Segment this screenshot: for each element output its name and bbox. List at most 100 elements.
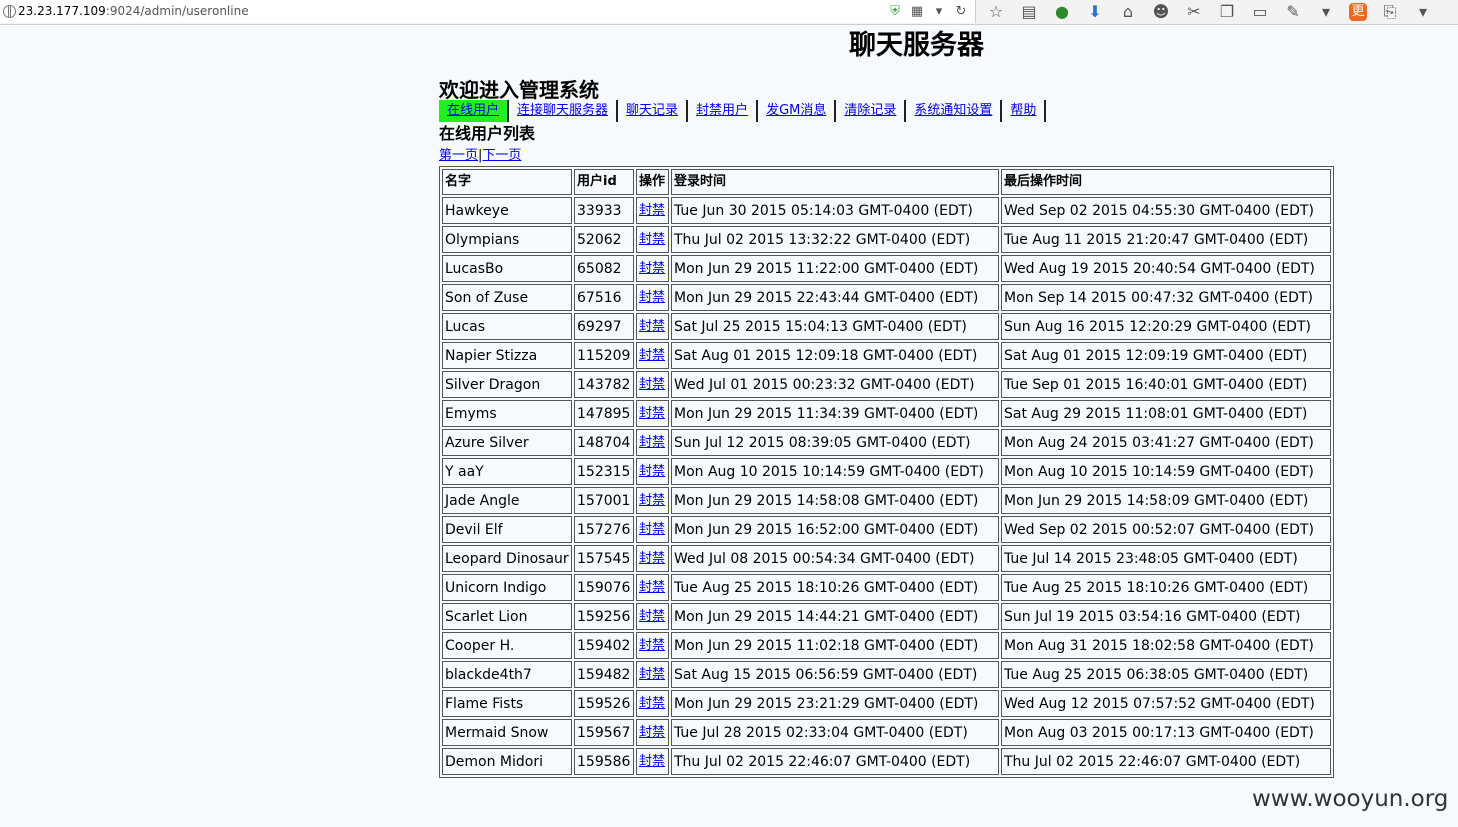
qr-code-icon[interactable]: ▦: [909, 4, 925, 20]
cell-login-time: Mon Jun 29 2015 16:52:00 GMT-0400 (EDT): [671, 516, 999, 543]
ban-user-link[interactable]: 封禁: [639, 551, 665, 566]
cell-last-action-time: Wed Sep 02 2015 04:55:30 GMT-0400 (EDT): [1001, 197, 1331, 224]
cell-login-time: Thu Jul 02 2015 22:46:07 GMT-0400 (EDT): [671, 748, 999, 775]
ban-user-link[interactable]: 封禁: [639, 580, 665, 595]
cell-login-time: Thu Jul 02 2015 13:32:22 GMT-0400 (EDT): [671, 226, 999, 253]
ban-user-link[interactable]: 封禁: [639, 377, 665, 392]
clipboard-icon[interactable]: ▭: [1250, 2, 1270, 22]
cell-login-time: Mon Jun 29 2015 11:02:18 GMT-0400 (EDT): [671, 632, 999, 659]
dropdown-icon[interactable]: ▾: [931, 4, 947, 20]
admin-nav: 在线用户 连接聊天服务器 聊天记录 封禁用户 发GM消息 清除记录 系统通知设置 帮助: [439, 100, 1047, 122]
header-action: 操作: [636, 169, 669, 195]
tools-icon[interactable]: ✎: [1283, 2, 1303, 22]
cell-name: Silver Dragon: [442, 371, 572, 398]
cell-action: 封禁: [636, 632, 669, 659]
header-name: 名字: [442, 169, 572, 195]
header-last-action-time: 最后操作时间: [1001, 169, 1331, 195]
ban-user-link[interactable]: 封禁: [639, 464, 665, 479]
table-row: Devil Elf 157276 封禁 Mon Jun 29 2015 16:52:0…: [442, 516, 1331, 543]
ban-user-link[interactable]: 封禁: [639, 319, 665, 334]
download-icon[interactable]: ⬇: [1085, 2, 1105, 22]
nav-item-2[interactable]: 聊天记录: [618, 100, 689, 122]
cell-login-time: Mon Jun 29 2015 14:58:08 GMT-0400 (EDT): [671, 487, 999, 514]
ban-user-link[interactable]: 封禁: [639, 609, 665, 624]
ban-user-link[interactable]: 封禁: [639, 638, 665, 653]
chat-icon[interactable]: ☻: [1151, 2, 1171, 22]
shield-icon[interactable]: ⛨: [887, 4, 903, 20]
cell-last-action-time: Tue Aug 25 2015 18:10:26 GMT-0400 (EDT): [1001, 574, 1331, 601]
cell-name: LucasBo: [442, 255, 572, 282]
ban-user-link[interactable]: 封禁: [639, 348, 665, 363]
cell-action: 封禁: [636, 284, 669, 311]
scissors-icon[interactable]: ✂: [1184, 2, 1204, 22]
cell-user-id: 157545: [574, 545, 634, 572]
copy-icon[interactable]: ❐: [1217, 2, 1237, 22]
ban-user-link[interactable]: 封禁: [639, 261, 665, 276]
home-icon[interactable]: ⌂: [1118, 2, 1138, 22]
ban-user-link[interactable]: 封禁: [639, 493, 665, 508]
cell-user-id: 159526: [574, 690, 634, 717]
cell-last-action-time: Wed Aug 12 2015 07:57:52 GMT-0400 (EDT): [1001, 690, 1331, 717]
cell-user-id: 115209: [574, 342, 634, 369]
extension-icon[interactable]: ●: [1052, 2, 1072, 22]
first-page-link[interactable]: 第一页: [439, 148, 478, 163]
overflow-icon[interactable]: ▾: [1413, 2, 1433, 22]
cell-login-time: Tue Jul 28 2015 02:33:04 GMT-0400 (EDT): [671, 719, 999, 746]
nav-item-5[interactable]: 清除记录: [836, 100, 907, 122]
cell-name: Demon Midori: [442, 748, 572, 775]
cell-last-action-time: Wed Aug 19 2015 20:40:54 GMT-0400 (EDT): [1001, 255, 1331, 282]
cell-name: Emyms: [442, 400, 572, 427]
table-row: Olympians 52062 封禁 Thu Jul 02 2015 13:32:22…: [442, 226, 1331, 253]
cell-last-action-time: Thu Jul 02 2015 22:46:07 GMT-0400 (EDT): [1001, 748, 1331, 775]
cell-last-action-time: Tue Aug 11 2015 21:20:47 GMT-0400 (EDT): [1001, 226, 1331, 253]
cell-action: 封禁: [636, 197, 669, 224]
cell-login-time: Mon Aug 10 2015 10:14:59 GMT-0400 (EDT): [671, 458, 999, 485]
nav-item-0[interactable]: 在线用户: [439, 100, 510, 122]
translate-icon[interactable]: 更: [1349, 3, 1367, 21]
cell-user-id: 69297: [574, 313, 634, 340]
cell-action: 封禁: [636, 603, 669, 630]
cell-login-time: Mon Jun 29 2015 14:44:21 GMT-0400 (EDT): [671, 603, 999, 630]
table-row: Mermaid Snow 159567 封禁 Tue Jul 28 2015 02:3…: [442, 719, 1331, 746]
cell-user-id: 33933: [574, 197, 634, 224]
cell-last-action-time: Sat Aug 29 2015 11:08:01 GMT-0400 (EDT): [1001, 400, 1331, 427]
ban-user-link[interactable]: 封禁: [639, 725, 665, 740]
ban-user-link[interactable]: 封禁: [639, 232, 665, 247]
cell-login-time: Sat Jul 25 2015 15:04:13 GMT-0400 (EDT): [671, 313, 999, 340]
nav-item-3[interactable]: 封禁用户: [688, 100, 759, 122]
cell-user-id: 52062: [574, 226, 634, 253]
cell-last-action-time: Tue Jul 14 2015 23:48:05 GMT-0400 (EDT): [1001, 545, 1331, 572]
cell-login-time: Mon Jun 29 2015 23:21:29 GMT-0400 (EDT): [671, 690, 999, 717]
ban-user-link[interactable]: 封禁: [639, 754, 665, 769]
ban-user-link[interactable]: 封禁: [639, 522, 665, 537]
cell-login-time: Mon Jun 29 2015 11:34:39 GMT-0400 (EDT): [671, 400, 999, 427]
ban-user-link[interactable]: 封禁: [639, 667, 665, 682]
star-icon[interactable]: ☆: [986, 2, 1006, 22]
cell-last-action-time: Mon Aug 31 2015 18:02:58 GMT-0400 (EDT): [1001, 632, 1331, 659]
nav-item-7[interactable]: 帮助: [1002, 100, 1047, 122]
cell-login-time: Sun Jul 12 2015 08:39:05 GMT-0400 (EDT): [671, 429, 999, 456]
cell-last-action-time: Mon Aug 10 2015 10:14:59 GMT-0400 (EDT): [1001, 458, 1331, 485]
address-bar[interactable]: 23.23.177.109:9024/admin/useronline ⛨ ▦ …: [0, 0, 976, 23]
header-login-time: 登录时间: [671, 169, 999, 195]
ban-user-link[interactable]: 封禁: [639, 406, 665, 421]
ban-user-link[interactable]: 封禁: [639, 435, 665, 450]
nav-item-6[interactable]: 系统通知设置: [906, 100, 1003, 122]
url-text[interactable]: 23.23.177.109:9024/admin/useronline: [18, 4, 249, 18]
refresh-icon[interactable]: ↻: [953, 4, 969, 20]
nav-item-1[interactable]: 连接聊天服务器: [509, 100, 619, 122]
ban-user-link[interactable]: 封禁: [639, 203, 665, 218]
reading-list-icon[interactable]: ▤: [1019, 2, 1039, 22]
ban-user-link[interactable]: 封禁: [639, 290, 665, 305]
next-page-link[interactable]: 下一页: [482, 148, 521, 163]
nav-item-4[interactable]: 发GM消息: [758, 100, 837, 122]
menu-arrow-icon[interactable]: ▾: [1316, 2, 1336, 22]
cell-name: Hawkeye: [442, 197, 572, 224]
share-icon[interactable]: ⎘: [1380, 2, 1400, 22]
ban-user-link[interactable]: 封禁: [639, 696, 665, 711]
cell-user-id: 157001: [574, 487, 634, 514]
cell-login-time: Mon Jun 29 2015 11:22:00 GMT-0400 (EDT): [671, 255, 999, 282]
url-host: 23.23.177.109: [18, 4, 106, 18]
table-row: Hawkeye 33933 封禁 Tue Jun 30 2015 05:14:03 G…: [442, 197, 1331, 224]
cell-action: 封禁: [636, 371, 669, 398]
